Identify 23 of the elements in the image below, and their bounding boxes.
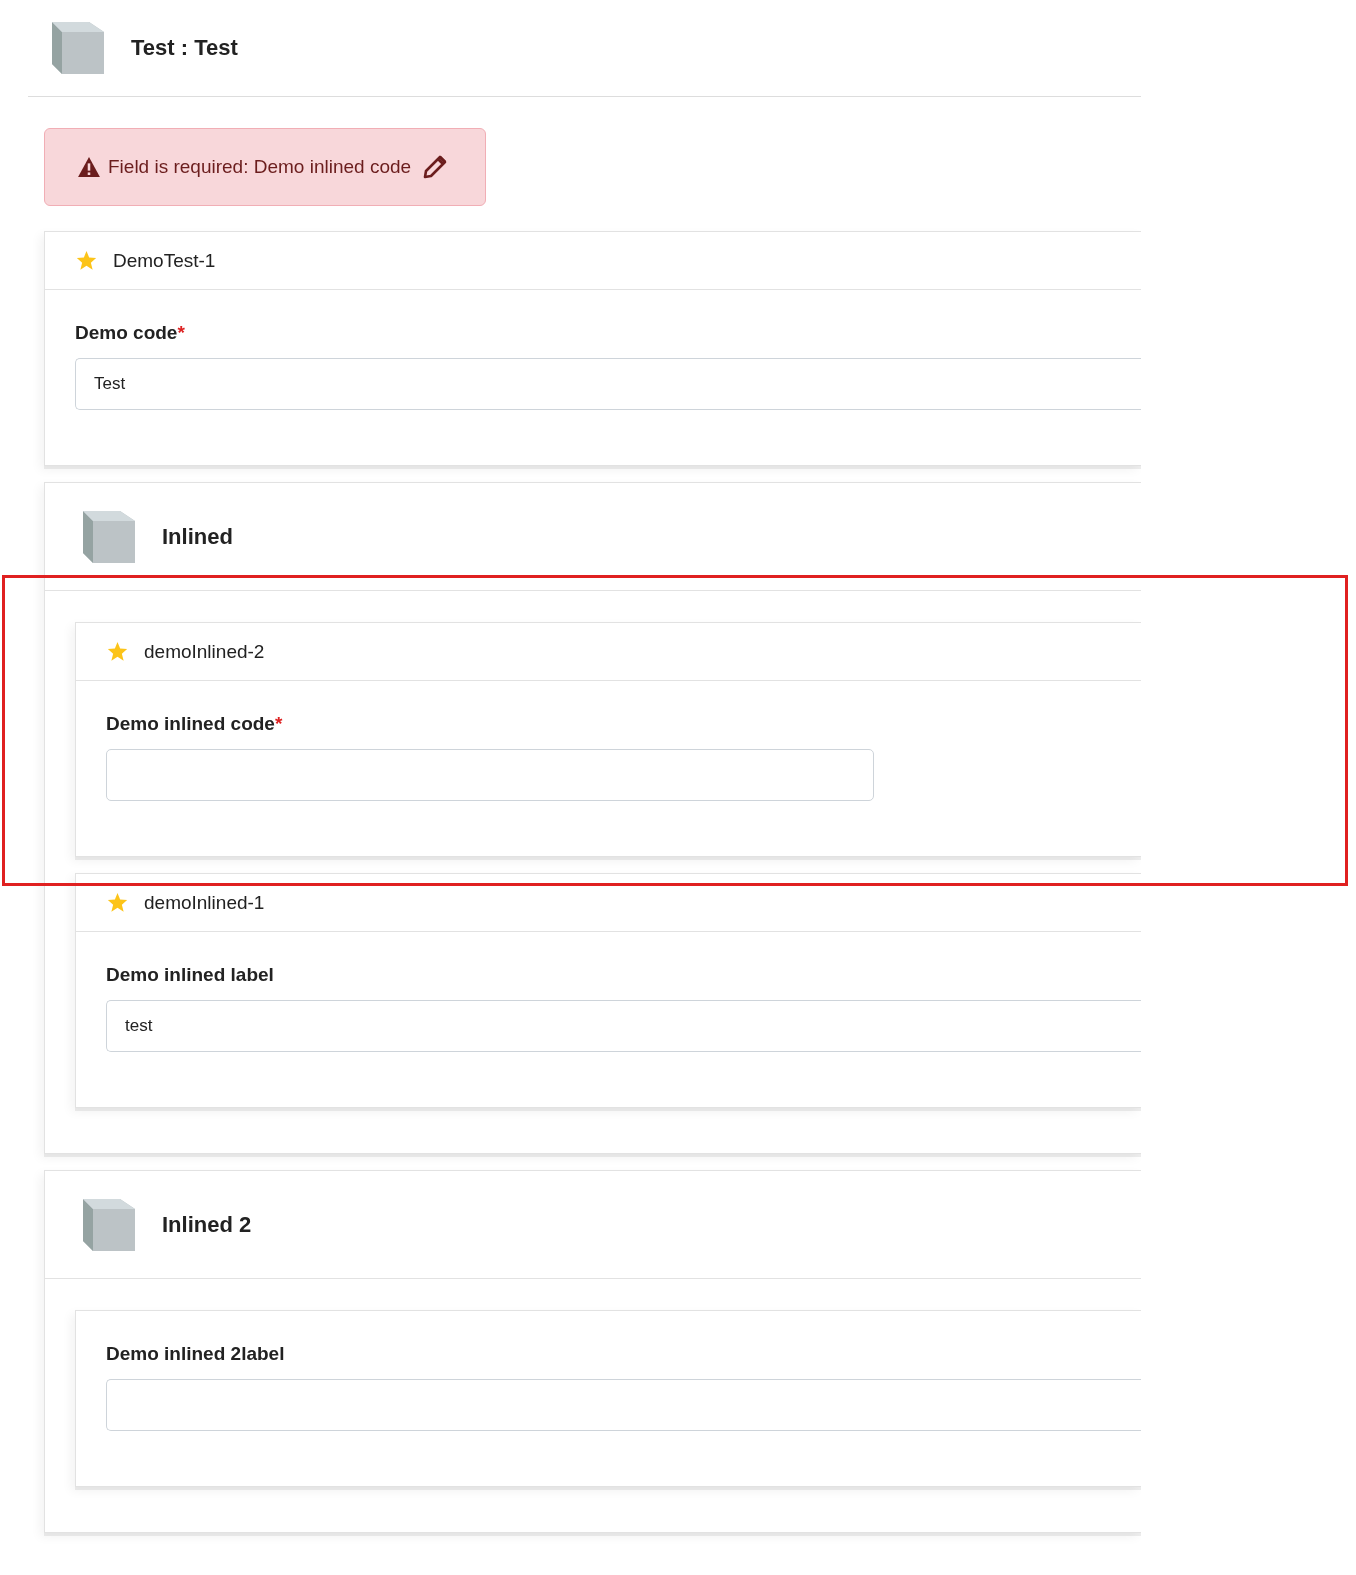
- star-icon: [76, 250, 97, 271]
- input-field[interactable]: Test: [75, 358, 1141, 410]
- pencil-icon[interactable]: [423, 155, 448, 179]
- alert-message: Field is required: Demo inlined code: [108, 156, 412, 178]
- cube-icon: [83, 1198, 135, 1251]
- field-label: Demo inlined code*: [106, 713, 284, 735]
- field-label: Demo code*: [75, 322, 186, 344]
- input-field[interactable]: [106, 1379, 1141, 1431]
- cube-icon: [83, 510, 135, 563]
- field-label: Demo inlined label: [106, 964, 275, 986]
- star-icon: [107, 892, 128, 913]
- input-field[interactable]: test: [106, 1000, 1141, 1052]
- record-title: DemoTest-1: [113, 249, 216, 272]
- warning-icon: [78, 157, 100, 177]
- section-title: Inlined 2: [162, 1211, 252, 1238]
- item-title: demoInlined-1: [144, 891, 265, 914]
- star-icon: [107, 641, 128, 662]
- page-title: Test : Test: [131, 35, 238, 61]
- item-title: demoInlined-2: [144, 640, 265, 663]
- field-label: Demo inlined 2label: [106, 1343, 286, 1365]
- section-title: Inlined: [162, 523, 233, 550]
- input-field[interactable]: [106, 749, 874, 801]
- cube-icon: [52, 22, 104, 74]
